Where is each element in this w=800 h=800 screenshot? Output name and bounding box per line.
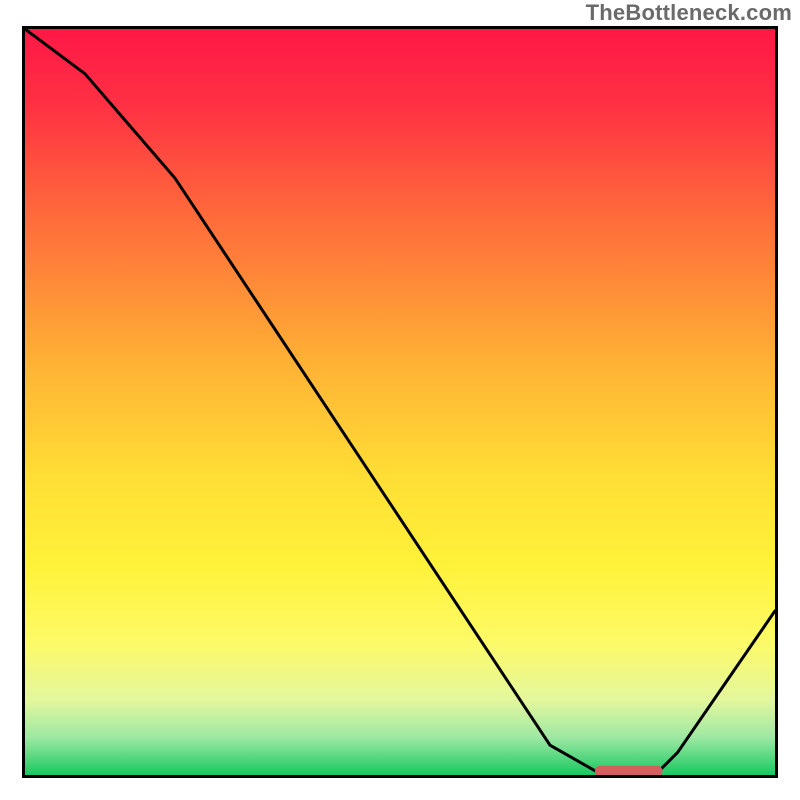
plot-svg <box>25 29 775 775</box>
watermark-text: TheBottleneck.com <box>586 0 792 26</box>
chart-container: TheBottleneck.com <box>0 0 800 800</box>
gradient-background <box>25 29 775 775</box>
optimal-marker <box>595 766 663 775</box>
plot-frame <box>22 26 778 778</box>
